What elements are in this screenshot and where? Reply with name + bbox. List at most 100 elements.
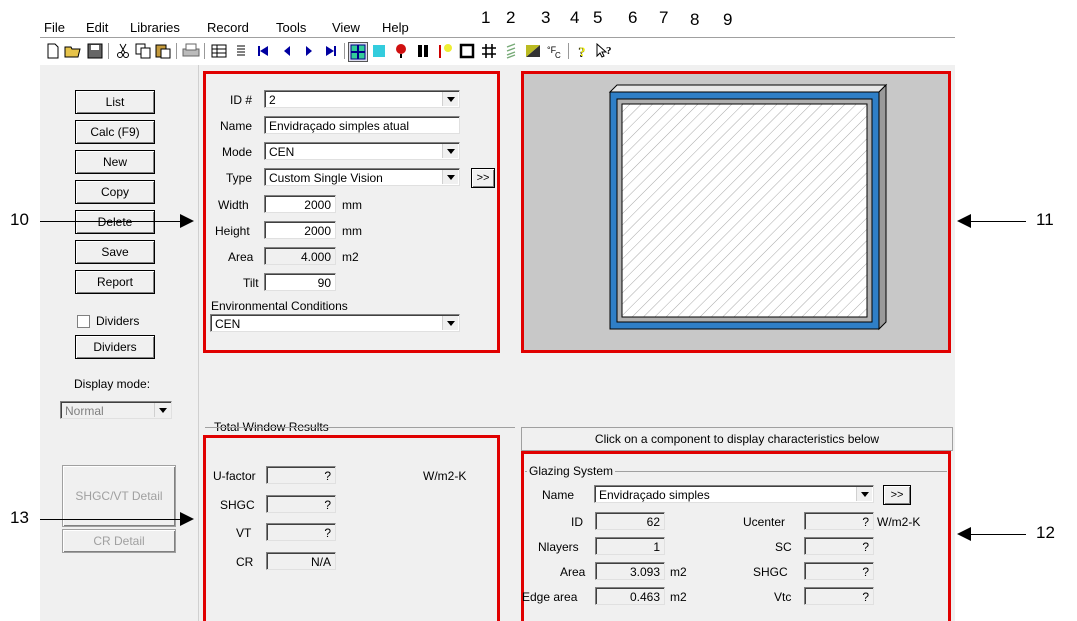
arrow-13-line [40,519,185,520]
last-record-icon[interactable] [322,42,340,60]
delete-button[interactable]: Delete [75,210,155,234]
shgc-vt-detail-label: SHGC/VT Detail [75,489,163,503]
save-disk-icon[interactable] [86,42,104,60]
hatch-icon[interactable] [502,42,520,60]
edge-area-label: Edge area [522,590,578,604]
edge-area-field: 0.463 [595,587,665,605]
shgc-value: ? [324,498,331,512]
arrow-right-icon [180,214,194,228]
shgc-vt-detail-button[interactable]: SHGC/VT Detail [62,465,176,527]
menu-bar: File Edit Libraries Record Tools View He… [0,14,560,36]
list-button-label: List [105,95,125,109]
glazing-area-field: 3.093 [595,562,665,580]
menu-help[interactable]: Help [382,20,409,35]
area-field: 4.000 [264,247,336,265]
height-input[interactable]: 2000 [264,221,336,239]
copy-button-label: Copy [100,185,129,199]
nlayers-label: Nlayers [538,540,579,554]
chevron-down-icon [442,316,458,330]
sc-label: SC [775,540,792,554]
width-label: Width [218,198,249,212]
dividers-checkbox[interactable] [77,315,90,328]
glazing-more-button[interactable]: >> [883,485,911,505]
area-value: 4.000 [300,250,331,264]
vt-field: ? [266,523,336,541]
menu-record[interactable]: Record [207,20,249,35]
help-icon[interactable]: ?? [574,42,592,60]
cr-detail-label: CR Detail [93,534,145,548]
ucenter-field: ? [804,512,874,530]
cr-field: N/A [266,552,336,570]
id-select[interactable]: 2 [264,90,460,108]
type-select[interactable]: Custom Single Vision [264,168,460,186]
name-input[interactable]: Envidraçado simples atual [264,116,460,134]
glazing-name-label: Name [542,488,575,502]
environmental-conditions-select[interactable]: CEN [210,314,460,332]
temperature-icon[interactable]: °F C [546,42,564,60]
menu-tools[interactable]: Tools [276,20,306,35]
glazing-shgc-field: ? [804,562,874,580]
dividers-button[interactable]: Dividers [75,335,155,359]
glazing-name-select[interactable]: Envidraçado simples [594,485,874,503]
type-value: Custom Single Vision [269,171,383,185]
type-more-button[interactable]: >> [471,168,495,188]
divider-icon[interactable] [392,42,410,60]
u-factor-label: U-factor [213,469,256,483]
cut-icon[interactable] [114,42,132,60]
list-view-icon[interactable] [232,42,250,60]
callout-4: 4 [570,8,580,27]
u-factor-unit: W/m2-K [423,469,467,483]
copy-icon[interactable] [134,42,152,60]
nlayers-field: 1 [595,537,665,555]
context-help-icon[interactable]: ? [596,42,614,60]
vt-value: ? [324,526,331,540]
frame-icon[interactable] [348,42,368,62]
menu-file[interactable]: File [44,20,65,35]
grid-view-icon[interactable] [210,42,228,60]
copy-button[interactable]: Copy [75,180,155,204]
svg-text:?: ? [606,45,612,57]
grid-icon[interactable] [480,42,498,60]
chevron-down-icon [442,170,458,184]
display-mode-select[interactable]: Normal [60,401,172,419]
svg-text:C: C [555,51,561,59]
cr-detail-button[interactable]: CR Detail [62,529,176,553]
chevron-down-icon [154,403,170,417]
cr-label: CR [236,555,254,569]
type-label: Type [226,171,253,185]
menu-view[interactable]: View [332,20,360,35]
new-button-label: New [102,155,127,169]
spacer-icon[interactable] [414,42,432,60]
menu-edit[interactable]: Edit [86,20,108,35]
arrow-left-icon [957,527,971,541]
width-input[interactable]: 2000 [264,195,336,213]
open-folder-icon[interactable] [64,42,82,60]
window-icon[interactable] [458,42,476,60]
mode-select[interactable]: CEN [264,142,460,160]
new-file-icon[interactable] [44,42,62,60]
gas-icon[interactable] [524,42,542,60]
dividers-button-label: Dividers [93,340,137,354]
previous-record-icon[interactable] [278,42,296,60]
toolbar: °F C ?? ? [40,37,955,64]
shading-icon[interactable] [436,42,454,60]
list-button[interactable]: List [75,90,155,114]
new-button[interactable]: New [75,150,155,174]
area-unit: m2 [342,250,359,264]
glazing-area-label: Area [560,565,586,579]
report-button[interactable]: Report [75,270,155,294]
glazing-id-value: 62 [646,515,660,529]
save-button[interactable]: Save [75,240,155,264]
next-record-icon[interactable] [300,42,318,60]
vt-label: VT [236,526,252,540]
callout-8: 8 [690,10,700,29]
print-icon[interactable] [182,42,200,60]
paste-icon[interactable] [154,42,172,60]
calc-button[interactable]: Calc (F9) [75,120,155,144]
id-value: 2 [269,93,276,107]
menu-libraries[interactable]: Libraries [130,20,180,35]
first-record-icon[interactable] [254,42,272,60]
glazing-icon[interactable] [370,42,388,60]
window-drawing-area[interactable] [521,71,951,353]
tilt-input[interactable]: 90 [264,273,336,291]
